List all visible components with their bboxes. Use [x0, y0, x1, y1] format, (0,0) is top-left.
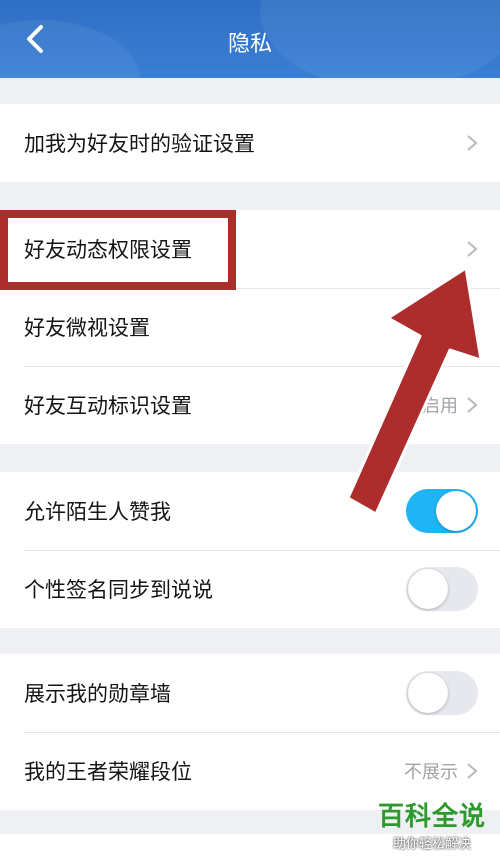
row-signature-sync: 个性签名同步到说说	[0, 550, 500, 628]
row-label: 展示我的勋章墙	[24, 682, 171, 706]
row-friend-weishi[interactable]: 好友微视设置	[0, 288, 500, 366]
signature-sync-toggle[interactable]	[406, 567, 478, 611]
row-label: 好友微视设置	[24, 316, 150, 340]
toggle-knob	[436, 491, 476, 531]
chevron-right-icon	[467, 135, 478, 151]
row-label: 允许陌生人赞我	[24, 500, 171, 524]
toggle-knob	[408, 569, 448, 609]
page-title: 隐私	[227, 32, 272, 57]
allow-stranger-like-toggle[interactable]	[406, 489, 478, 533]
medal-wall-toggle[interactable]	[406, 671, 478, 715]
row-label: 个性签名同步到说说	[24, 578, 213, 602]
chevron-right-icon	[467, 763, 478, 779]
chevron-right-icon	[467, 241, 478, 257]
settings-group-friends: 好友动态权限设置 好友微视设置 好友互动标识设置 启用	[0, 210, 500, 444]
settings-group-display: 展示我的勋章墙 我的王者荣耀段位 不展示	[0, 654, 500, 810]
row-value: 不展示	[404, 762, 458, 783]
chevron-right-icon	[467, 397, 478, 413]
settings-group-verification: 加我为好友时的验证设置	[0, 104, 500, 182]
row-friend-verification[interactable]: 加我为好友时的验证设置	[0, 104, 500, 182]
row-friend-feed-permission[interactable]: 好友动态权限设置	[0, 210, 500, 288]
watermark-logo: 百科全说 助你轻松解决	[372, 796, 492, 856]
row-medal-wall: 展示我的勋章墙	[0, 654, 500, 732]
row-label: 我的王者荣耀段位	[24, 760, 192, 784]
watermark-title: 百科全说	[377, 802, 486, 832]
row-label: 加我为好友时的验证设置	[24, 132, 255, 156]
row-friend-interaction-badge[interactable]: 好友互动标识设置 启用	[0, 366, 500, 444]
row-allow-stranger-like: 允许陌生人赞我	[0, 472, 500, 550]
watermark-subtitle: 助你轻松解决	[392, 837, 471, 852]
settings-group-stranger: 允许陌生人赞我 个性签名同步到说说	[0, 472, 500, 628]
row-label: 好友动态权限设置	[24, 238, 192, 262]
row-label: 好友互动标识设置	[24, 394, 192, 418]
navigation-bar: 隐私	[0, 0, 500, 78]
toggle-knob	[408, 673, 448, 713]
row-value: 启用	[422, 396, 458, 417]
